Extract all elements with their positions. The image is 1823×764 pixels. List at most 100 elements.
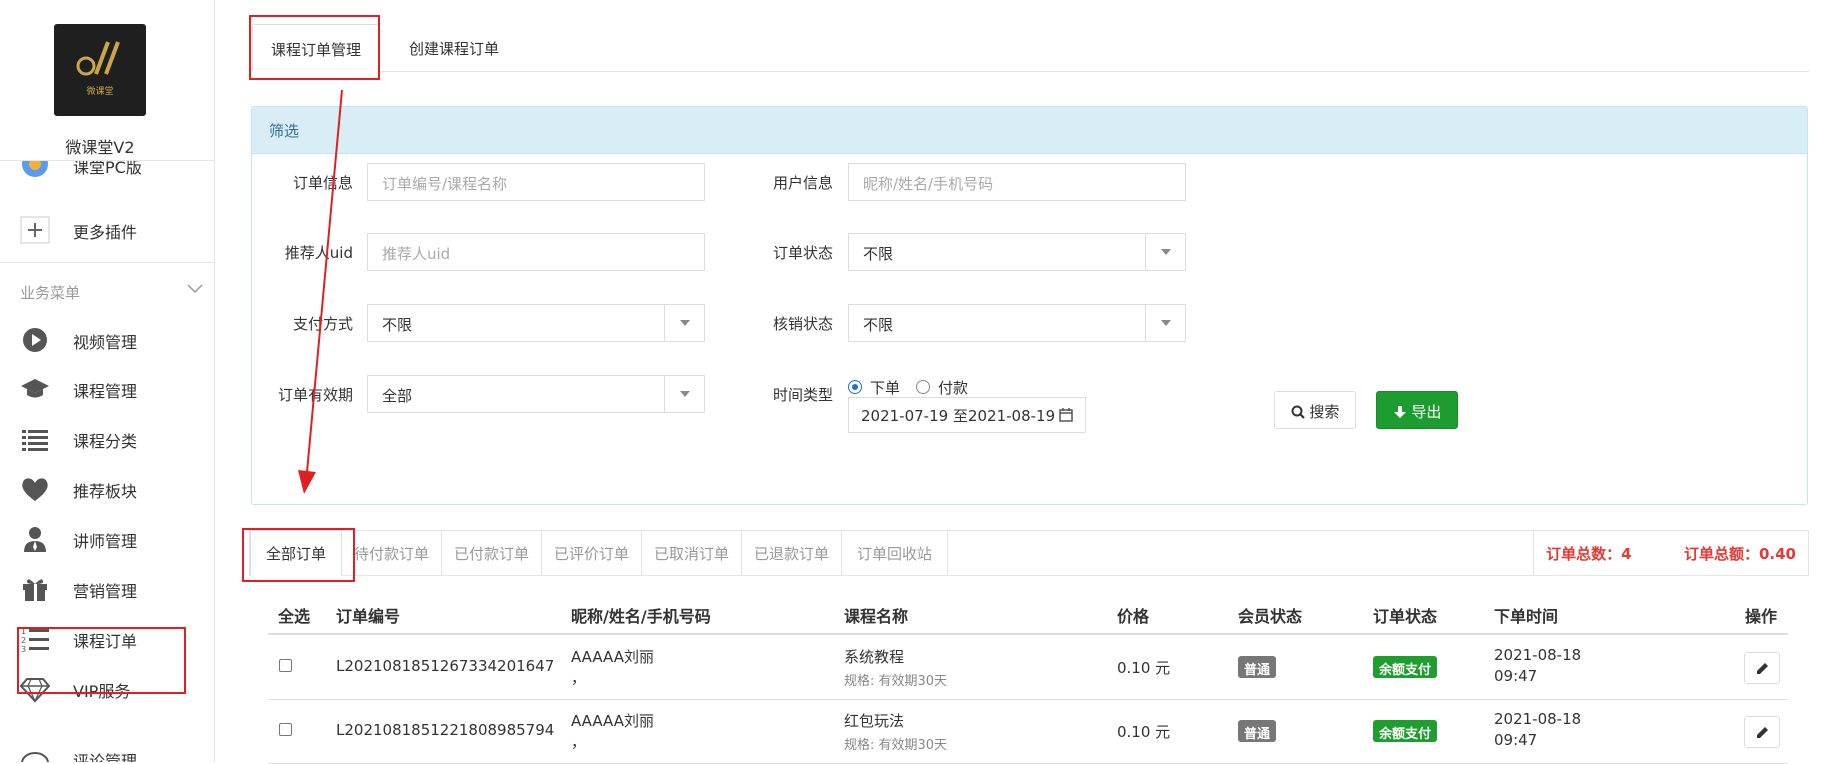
user-name: AAAAA刘丽 (571, 712, 654, 730)
order-status-value: 不限 (863, 245, 894, 263)
user-info-input[interactable]: 昵称/姓名/手机号码 (848, 163, 1186, 201)
pay-method-select[interactable]: 不限 (367, 304, 705, 342)
graduation-cap-icon (21, 379, 49, 398)
sidebar-item-course[interactable]: 课程管理 (0, 369, 214, 409)
arrow-down-icon (1393, 406, 1406, 418)
sidebar-item-teacher[interactable]: 讲师管理 (0, 519, 214, 559)
user-sub: ， (571, 733, 587, 751)
course-name: 红包玩法 (844, 712, 905, 730)
search-button[interactable]: 搜索 (1274, 391, 1356, 429)
tab-refunded[interactable]: 已退款订单 (742, 531, 842, 575)
caret-down-icon (1145, 305, 1185, 341)
sidebar-item-video[interactable]: 视频管理 (0, 320, 214, 360)
verify-status-select[interactable]: 不限 (848, 304, 1186, 342)
table-row: L2021081851267334201647 AAAAA刘丽 ， 系统教程 规… (268, 637, 1788, 700)
filter-panel-title: 筛选 (252, 107, 1807, 154)
order-no: L2021081851221808985794 (336, 721, 555, 739)
order-status-tabs: 全部订单 待付款订单 已付款订单 已评价订单 已取消订单 已退款订单 订单回收站… (249, 530, 1809, 576)
divider (0, 262, 215, 263)
col-member: 会员状态 (1238, 607, 1303, 626)
validity-select[interactable]: 全部 (367, 375, 705, 413)
nav-item-label: 推荐板块 (73, 482, 138, 501)
order-status-badge: 余额支付 (1373, 720, 1438, 742)
list-icon (22, 430, 48, 451)
nav-item-label: 课程管理 (73, 382, 138, 401)
date-range-input[interactable]: 2021-07-19 至2021-08-19 (848, 397, 1086, 433)
tab-reviewed[interactable]: 已评价订单 (542, 531, 642, 575)
caret-down-icon (664, 376, 704, 412)
sidebar-item-category[interactable]: 课程分类 (0, 419, 214, 459)
sidebar-item-comment[interactable]: 评论管理 (0, 745, 214, 762)
col-course: 课程名称 (844, 607, 909, 626)
edit-button[interactable] (1744, 652, 1780, 684)
order-date: 2021-08-18 (1494, 710, 1582, 728)
order-status-label: 订单状态 (772, 244, 833, 262)
chevron-down-icon[interactable] (186, 282, 204, 296)
member-badge: 普通 (1238, 656, 1277, 678)
radio-pay-time-label: 付款 (938, 379, 969, 397)
heart-icon (22, 478, 48, 501)
col-action: 操作 (1745, 607, 1778, 626)
nav-item-label: 课堂PC版 (73, 161, 142, 177)
search-icon (1291, 405, 1305, 419)
sidebar-item-marketing[interactable]: 营销管理 (0, 569, 214, 609)
table-row: L2021081851221808985794 AAAAA刘丽 ， 红包玩法 规… (268, 701, 1788, 764)
member-badge: 普通 (1238, 720, 1277, 742)
order-date: 2021-08-18 (1494, 646, 1582, 664)
order-info-input[interactable]: 订单编号/课程名称 (367, 163, 705, 201)
col-order-status: 订单状态 (1373, 607, 1438, 626)
row-checkbox[interactable] (279, 659, 292, 672)
order-amount: 订单总额：0.40 (1683, 545, 1796, 563)
tab-paid[interactable]: 已付款订单 (442, 531, 542, 575)
tab-recycle-bin[interactable]: 订单回收站 (842, 531, 948, 575)
order-status-badge: 余额支付 (1373, 656, 1438, 678)
verify-status-value: 不限 (863, 316, 894, 334)
logo-mark-icon (76, 41, 120, 76)
order-time: 09:47 (1494, 667, 1538, 685)
radio-order-time[interactable] (848, 380, 862, 394)
table-header: 全选 订单编号 昵称/姓名/手机号码 课程名称 价格 会员状态 订单状态 下单时… (268, 599, 1788, 635)
nav-item-label: 评论管理 (73, 752, 138, 762)
nav-item-label: 课程分类 (73, 432, 138, 451)
edit-button[interactable] (1744, 716, 1780, 748)
annotation-box-sidebar (17, 627, 186, 694)
col-select-all[interactable]: 全选 (278, 603, 310, 627)
price: 0.10 元 (1117, 659, 1171, 677)
nav-item-label: 讲师管理 (73, 532, 138, 551)
pencil-icon (1757, 663, 1768, 674)
annotation-box-tab (249, 15, 380, 80)
caret-down-icon (664, 305, 704, 341)
user-name: AAAAA刘丽 (571, 648, 654, 666)
annotation-box-all-orders (242, 528, 355, 582)
play-circle-icon (23, 328, 47, 352)
user-sub: ， (571, 669, 587, 687)
export-button[interactable]: 导出 (1376, 391, 1458, 429)
tab-pending-payment[interactable]: 待付款订单 (342, 531, 442, 575)
sidebar-item-recommend[interactable]: 推荐板块 (0, 469, 214, 509)
tab-cancelled[interactable]: 已取消订单 (642, 531, 742, 575)
nav-item-more-plugins[interactable]: 更多插件 (0, 210, 214, 250)
nav-item-pc-partial[interactable]: 课堂PC版 (0, 161, 214, 183)
order-summary: 订单总数：4 订单总额：0.40 (1533, 531, 1808, 575)
radio-pay-time[interactable] (916, 380, 930, 394)
course-spec: 规格: 有效期30天 (844, 738, 948, 753)
export-button-label: 导出 (1411, 403, 1442, 421)
order-time: 09:47 (1494, 731, 1538, 749)
course-spec: 规格: 有效期30天 (844, 674, 948, 689)
pc-plugin-icon (22, 161, 48, 177)
referrer-uid-input[interactable]: 推荐人uid (367, 233, 705, 271)
row-checkbox[interactable] (279, 723, 292, 736)
menu-section-title: 业务菜单 (20, 284, 81, 302)
col-order-time: 下单时间 (1494, 607, 1559, 626)
col-user: 昵称/姓名/手机号码 (571, 607, 711, 626)
course-name: 系统教程 (844, 648, 905, 666)
order-status-select[interactable]: 不限 (848, 233, 1186, 271)
user-info-label: 用户信息 (772, 174, 833, 192)
logo-subtext: 微课堂 (86, 87, 114, 97)
date-range-value: 2021-07-19 至2021-08-19 (861, 407, 1056, 425)
verify-status-label: 核销状态 (772, 315, 833, 333)
tab-create-order[interactable]: 创建课程订单 (392, 24, 516, 72)
app-logo[interactable]: 微课堂 (54, 24, 146, 116)
app-name: 微课堂V2 (65, 138, 135, 157)
nav-item-label: 视频管理 (73, 333, 138, 352)
